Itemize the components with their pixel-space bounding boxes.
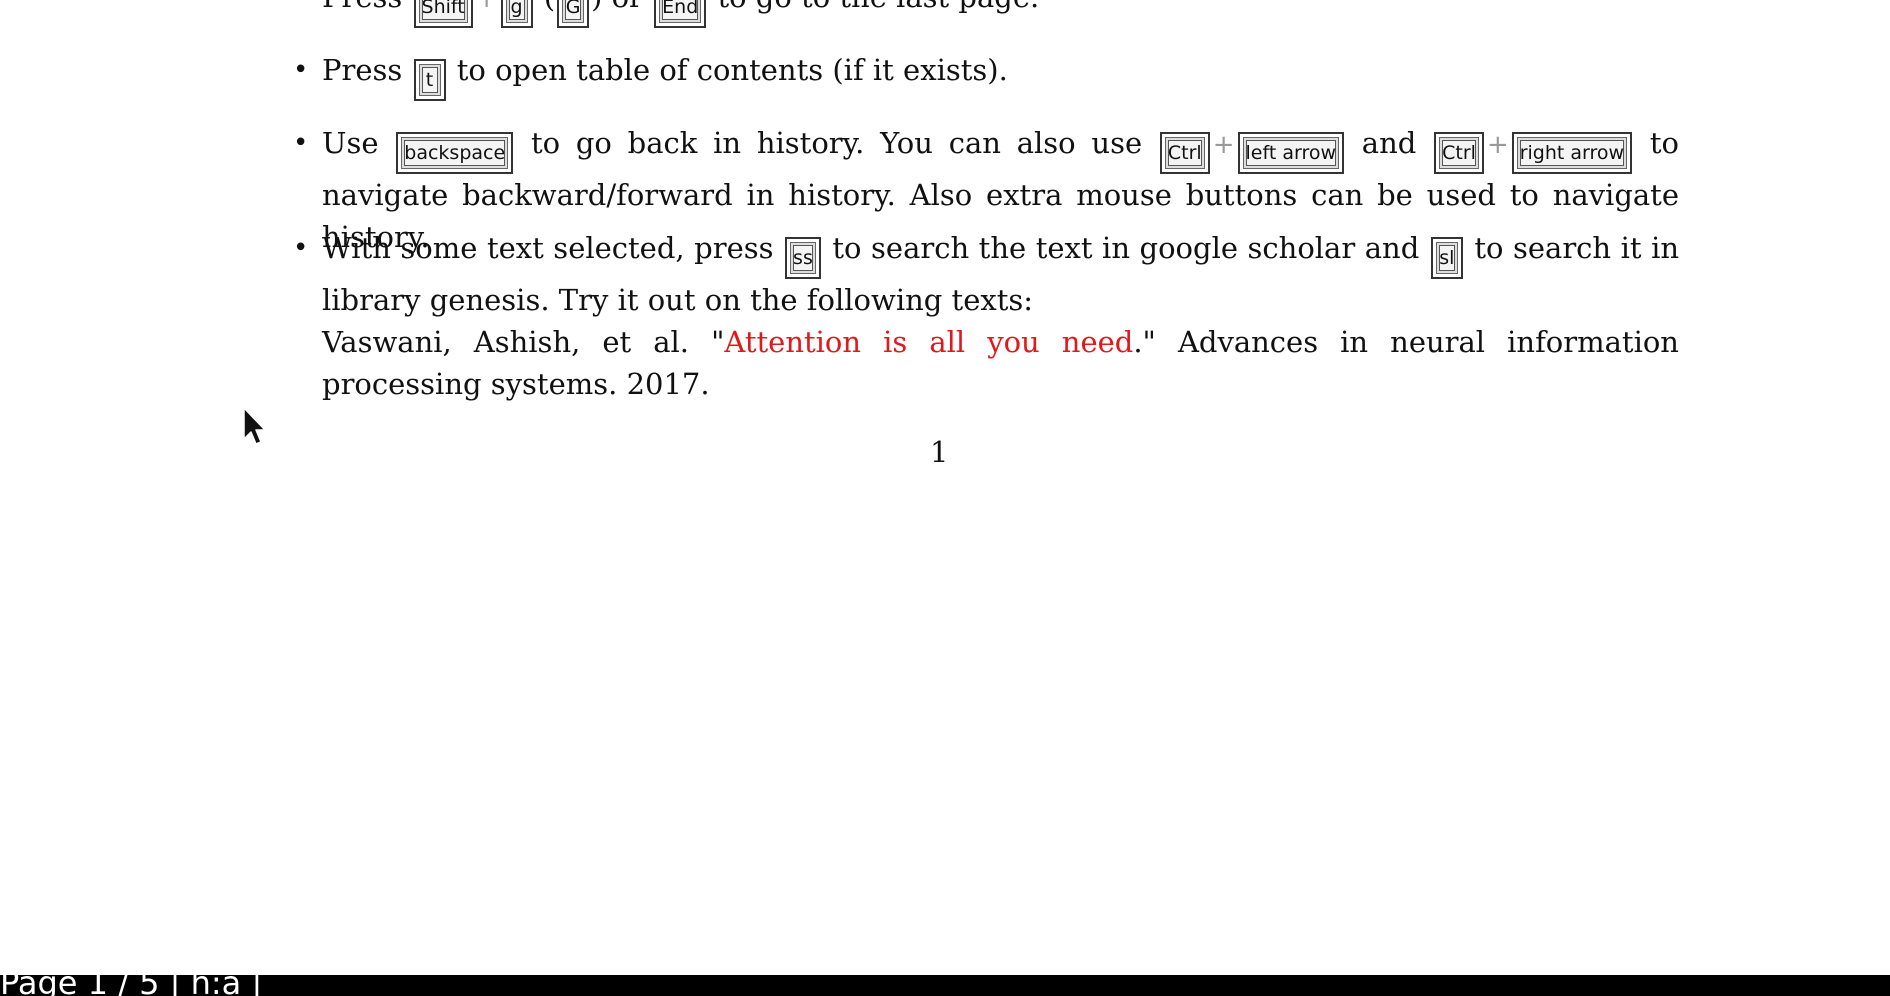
bullet-icon: • [293,128,309,158]
bullet-icon: • [293,55,309,85]
item-text: ( [544,0,555,14]
reference-citation: Vaswani, Ashish, et al. "Attention is al… [322,321,1679,405]
list-item-toc: • Press t to open table of contents (if … [290,49,1679,101]
plus-sign: + [1486,130,1509,160]
status-bar-text: Page 1 / 5 | h:a | [0,975,263,996]
reference-authors: Vaswani, Ashish, et al. " [322,325,725,359]
plus-sign: + [476,0,498,14]
list-item-search: • With some text selected, press ss to s… [290,227,1679,405]
item-text: to search the text in google scholar and [832,231,1420,265]
key-sl: sl [1430,237,1463,279]
item-text: Press [322,0,402,14]
status-bar: Page 1 / 5 | h:a | [0,975,1890,996]
mouse-pointer-icon [243,407,266,445]
key-t: t [413,59,446,101]
key-ctrl: Ctrl [1159,132,1210,174]
item-text: Use [322,126,379,160]
item-text: With some text selected, press [322,231,774,265]
key-ss: ss [785,237,821,279]
item-text: to go to the last page. [717,0,1039,14]
key-left-arrow: left arrow [1237,132,1345,174]
key-right-arrow: right arrow [1511,132,1633,174]
key-end: End [654,0,707,28]
item-text: to go back in history. You can also use [530,126,1143,160]
item-text: and [1361,126,1417,160]
key-backspace: backspace [396,132,514,174]
pdf-page: • Press Shift+g (G) or End to go to the … [0,0,1890,975]
item-text: to open table of contents (if it exists)… [456,53,1008,87]
reference-title-link[interactable]: Attention is all you need [724,325,1133,359]
bullet-icon: • [293,233,309,263]
list-item-last-page: • Press Shift+g (G) or End to go to the … [290,0,1679,28]
key-ctrl: Ctrl [1434,132,1484,174]
plus-sign: + [1212,130,1235,160]
bullet-icon: • [293,0,308,18]
page-number: 1 [930,435,949,469]
key-capital-g: G [557,0,590,28]
key-shift: Shift [413,0,473,28]
item-text: Press [322,53,403,87]
item-text: ) or [591,0,643,14]
key-g: g [500,0,533,28]
